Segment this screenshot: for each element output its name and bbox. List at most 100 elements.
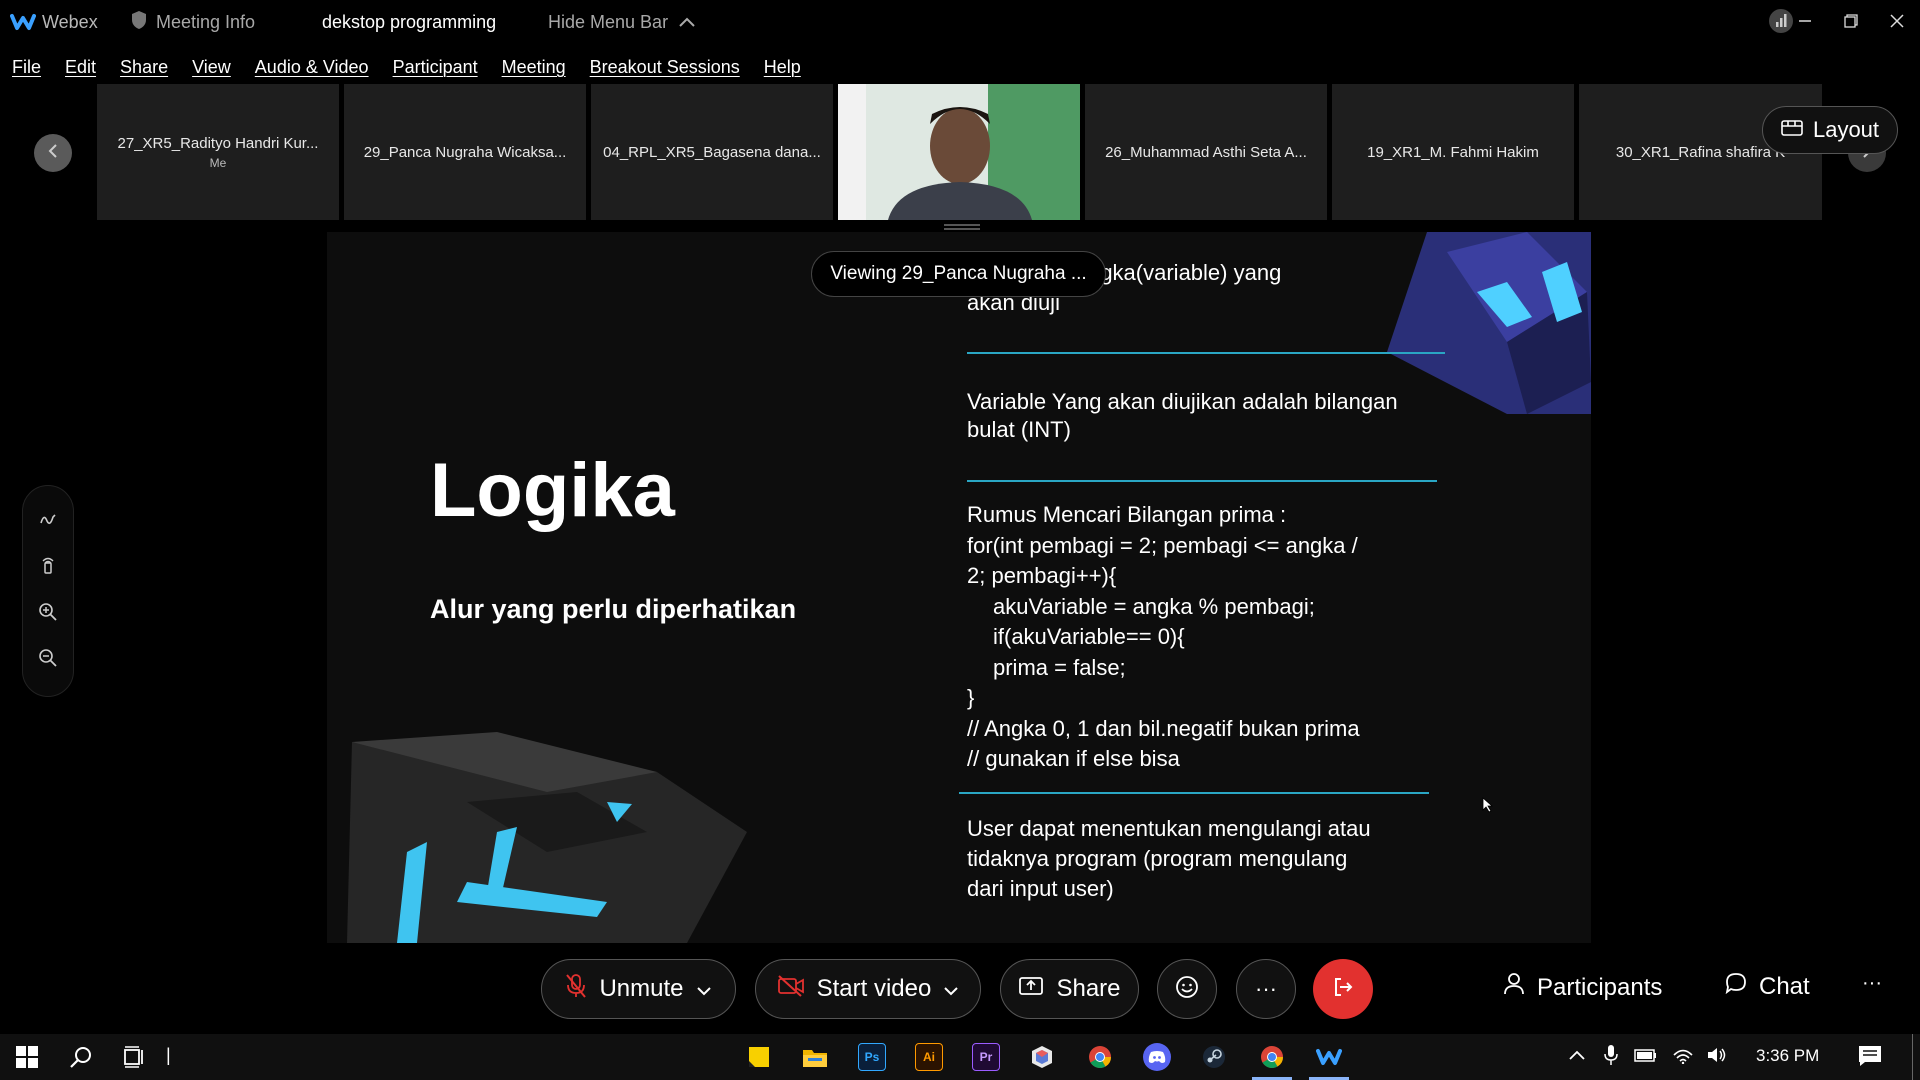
chevron-down-icon[interactable] [943, 975, 959, 1003]
shield-app-icon[interactable] [1028, 1043, 1056, 1071]
restore-icon[interactable] [1828, 0, 1874, 42]
menu-participant[interactable]: Participant [393, 57, 478, 78]
share-label: Share [1056, 975, 1121, 1002]
participant-filmstrip: 27_XR5_Radityo Handri Kur... Me 29_Panca… [97, 84, 1822, 220]
start-video-label: Start video [816, 975, 932, 1002]
participant-me-label: Me [209, 155, 227, 170]
menu-view[interactable]: View [192, 57, 231, 78]
participant-tile[interactable]: 27_XR5_Radityo Handri Kur... Me [97, 84, 339, 220]
participant-tile[interactable]: 26_Muhammad Asthi Seta A... [1085, 84, 1327, 220]
chevron-down-icon[interactable] [696, 975, 712, 1003]
slide-divider [967, 480, 1437, 482]
slide-text-line: // gunakan if else bisa [967, 746, 1180, 771]
zoom-in-icon[interactable] [38, 602, 58, 627]
slide-divider [959, 792, 1429, 794]
speaker-icon[interactable] [1706, 1046, 1728, 1069]
close-icon[interactable] [1874, 0, 1920, 42]
slide-block-loop: User dapat menentukan mengulangi atau ti… [967, 814, 1371, 904]
windows-taskbar: | Ps Ai Pr 3:36 PM [0, 1034, 1920, 1080]
chrome-icon[interactable] [1086, 1043, 1114, 1071]
illustrator-icon[interactable]: Ai [915, 1043, 943, 1071]
chevron-up-icon[interactable] [1568, 1048, 1586, 1066]
notification-icon[interactable] [1857, 1044, 1883, 1073]
windows-start-icon[interactable] [13, 1043, 41, 1071]
show-desktop-button[interactable] [1912, 1034, 1913, 1080]
participant-video-tile[interactable] [838, 84, 1080, 220]
taskbar-clock[interactable]: 3:36 PM [1756, 1046, 1819, 1066]
filmstrip-prev-button[interactable] [34, 134, 72, 172]
chrome-icon[interactable] [1258, 1043, 1286, 1071]
chat-label: Chat [1759, 972, 1810, 1000]
search-text-cursor: | [166, 1045, 171, 1065]
zoom-out-icon[interactable] [38, 648, 58, 673]
file-explorer-icon[interactable] [801, 1043, 829, 1071]
title-bar: Webex Meeting Info dekstop programming H… [0, 0, 1920, 46]
menu-bar: File Edit Share View Audio & Video Parti… [0, 50, 812, 84]
wifi-icon[interactable] [1672, 1046, 1694, 1069]
battery-icon[interactable] [1634, 1047, 1658, 1068]
menu-audio-video[interactable]: Audio & Video [255, 57, 369, 78]
remote-control-icon[interactable] [38, 555, 58, 580]
slide-text-line: dari input user) [967, 876, 1114, 901]
slide-subtitle: Alur yang perlu diperhatikan [430, 594, 797, 624]
slide-text-line: prima = false; [993, 654, 1126, 680]
leave-meeting-button[interactable] [1313, 959, 1373, 1019]
premiere-icon[interactable]: Pr [972, 1043, 1000, 1071]
search-icon[interactable] [67, 1043, 95, 1071]
hide-menu-bar-button[interactable]: Hide Menu Bar [548, 12, 696, 33]
steam-icon[interactable] [1200, 1043, 1228, 1071]
microphone-icon[interactable] [1604, 1044, 1618, 1071]
participant-name: 04_RPL_XR5_Bagasena dana... [603, 143, 821, 161]
participant-tile[interactable]: 19_XR1_M. Fahmi Hakim [1332, 84, 1574, 220]
layout-label: Layout [1812, 117, 1880, 142]
meeting-info-button[interactable]: Meeting Info [130, 10, 255, 35]
chat-button[interactable]: Chat [1725, 972, 1810, 1001]
more-options-button[interactable]: ··· [1236, 959, 1296, 1019]
sticky-notes-icon[interactable] [745, 1043, 773, 1071]
unmute-button[interactable]: Unmute [541, 959, 736, 1019]
share-screen-icon [1018, 975, 1044, 1004]
minimize-icon[interactable] [1782, 0, 1828, 42]
slide-text-line: bulat (INT) [967, 417, 1071, 442]
more-options-label: ··· [1255, 976, 1277, 1001]
shared-content-slide: Logika Alur yang perlu diperhatikan Meng… [327, 232, 1591, 943]
slide-block-formula: Rumus Mencari Bilangan prima : for(int p… [967, 500, 1360, 775]
filmstrip-resize-handle[interactable] [944, 224, 980, 230]
overflow-menu-button[interactable]: ··· [1862, 972, 1882, 995]
participant-tile[interactable]: 29_Panca Nugraha Wicaksa... [344, 84, 586, 220]
slide-divider [967, 352, 1445, 354]
annotate-pen-icon[interactable] [38, 509, 58, 534]
layout-icon [1781, 117, 1803, 143]
participant-tile[interactable]: 04_RPL_XR5_Bagasena dana... [591, 84, 833, 220]
slide-text-line: if(akuVariable== 0){ [993, 624, 1185, 649]
participants-label: Participants [1537, 973, 1663, 1001]
leave-icon [1331, 975, 1355, 1004]
slide-block-variable: Variable Yang akan diujikan adalah bilan… [967, 388, 1398, 444]
menu-edit[interactable]: Edit [65, 57, 96, 78]
task-view-icon[interactable] [121, 1043, 149, 1071]
webex-icon[interactable] [1315, 1043, 1343, 1071]
discord-icon[interactable] [1143, 1043, 1171, 1071]
participant-name: 19_XR1_M. Fahmi Hakim [1367, 143, 1539, 161]
participants-button[interactable]: Participants [1503, 972, 1662, 1003]
menu-breakout-sessions[interactable]: Breakout Sessions [590, 57, 740, 78]
microphone-muted-icon [565, 973, 587, 1006]
layout-button[interactable]: Layout [1762, 106, 1898, 154]
start-video-button[interactable]: Start video [755, 959, 981, 1019]
menu-share[interactable]: Share [120, 57, 168, 78]
slide-text-line: } [967, 685, 975, 710]
slide-text-line: // Angka 0, 1 dan bil.negatif bukan prim… [967, 715, 1360, 741]
hide-menu-bar-label: Hide Menu Bar [548, 12, 669, 32]
menu-meeting[interactable]: Meeting [502, 57, 566, 78]
slide-text-line: Variable Yang akan diujikan adalah bilan… [967, 389, 1398, 414]
share-button[interactable]: Share [1000, 959, 1139, 1019]
menu-help[interactable]: Help [764, 57, 801, 78]
camera-off-icon [777, 974, 805, 1004]
participant-name: 27_XR5_Radityo Handri Kur... [117, 134, 319, 152]
system-tray [1568, 1034, 1728, 1080]
photoshop-icon[interactable]: Ps [858, 1043, 886, 1071]
chevron-left-icon [46, 143, 60, 164]
menu-file[interactable]: File [12, 57, 41, 78]
cube-graphic-top [1387, 232, 1591, 414]
reactions-button[interactable] [1157, 959, 1217, 1019]
